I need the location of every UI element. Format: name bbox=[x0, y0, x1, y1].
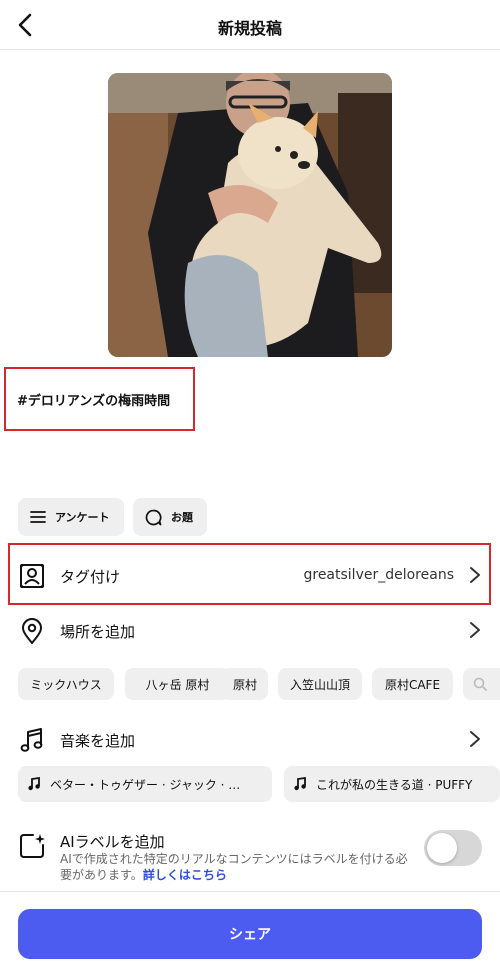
music-chip[interactable]: ベター・トゥゲザー · ジャック · … bbox=[18, 766, 272, 802]
music-title: ベター・トゥゲザー · ジャック · … bbox=[50, 777, 241, 792]
location-suggestions: ミックハウス 八ヶ岳 原村 原村 入笠山山頂 原村CAFE bbox=[18, 668, 500, 702]
music-note-icon bbox=[20, 728, 43, 752]
music-suggestions: ベター・トゥゲザー · ジャック · … これが私の生きる道 · PUFFY bbox=[18, 766, 500, 802]
survey-button[interactable]: アンケート bbox=[18, 498, 124, 536]
location-chip[interactable]: 八ヶ岳 原村 bbox=[125, 668, 230, 700]
music-note-icon bbox=[28, 777, 40, 791]
dog-photo-image bbox=[108, 73, 392, 357]
location-pin-icon bbox=[22, 618, 42, 644]
speech-bubble-icon bbox=[145, 509, 162, 525]
topic-button[interactable]: お題 bbox=[133, 498, 207, 536]
post-caption[interactable]: #デロリアンズの梅雨時間 bbox=[17, 390, 170, 409]
ai-label-title: AIラベルを追加 bbox=[60, 833, 165, 851]
location-chip[interactable]: ミックハウス bbox=[18, 668, 114, 700]
list-icon bbox=[30, 511, 46, 523]
music-note-icon bbox=[294, 777, 306, 791]
add-location-label: 場所を追加 bbox=[60, 623, 136, 641]
chevron-right-icon bbox=[470, 622, 480, 638]
location-chip[interactable]: 入笠山山頂 bbox=[278, 668, 362, 700]
tagged-user-value: greatsilver_deloreans bbox=[303, 567, 454, 583]
page-title: 新規投稿 bbox=[217, 19, 282, 38]
chevron-right-icon bbox=[470, 731, 480, 747]
add-music-row[interactable]: 音楽を追加 bbox=[0, 715, 500, 763]
post-photo[interactable] bbox=[108, 73, 392, 357]
music-chip[interactable]: これが私の生きる道 · PUFFY bbox=[284, 766, 500, 802]
search-icon bbox=[473, 677, 487, 691]
tag-people-row[interactable]: タグ付け greatsilver_deloreans bbox=[0, 551, 500, 599]
topic-label: お題 bbox=[171, 511, 193, 524]
add-music-label: 音楽を追加 bbox=[60, 732, 136, 750]
chevron-right-icon bbox=[470, 567, 480, 583]
music-title: これが私の生きる道 · PUFFY bbox=[316, 777, 473, 792]
share-button[interactable]: シェア bbox=[18, 909, 482, 959]
location-chip[interactable]: 原村CAFE bbox=[372, 668, 453, 700]
add-location-row[interactable]: 場所を追加 bbox=[0, 606, 500, 654]
ai-label-description: AIで作成された特定のリアルなコンテンツにはラベルを付ける必要があります。詳しく… bbox=[60, 851, 410, 883]
ai-label-toggle[interactable] bbox=[424, 830, 482, 866]
location-search-chip[interactable] bbox=[463, 668, 500, 700]
learn-more-link[interactable]: 詳しくはこちら bbox=[143, 868, 227, 882]
survey-label: アンケート bbox=[55, 511, 110, 524]
tag-people-label: タグ付け bbox=[60, 568, 121, 586]
location-chip[interactable]: 原村 bbox=[222, 668, 268, 700]
tag-person-icon bbox=[20, 564, 44, 588]
ai-label-description-text: AIで作成された特定のリアルなコンテンツにはラベルを付ける必要があります。 bbox=[60, 852, 408, 882]
ai-sparkle-icon bbox=[20, 834, 45, 858]
header-bar: 新規投稿 bbox=[0, 0, 500, 50]
divider bbox=[0, 891, 500, 892]
toggle-knob bbox=[427, 833, 457, 863]
